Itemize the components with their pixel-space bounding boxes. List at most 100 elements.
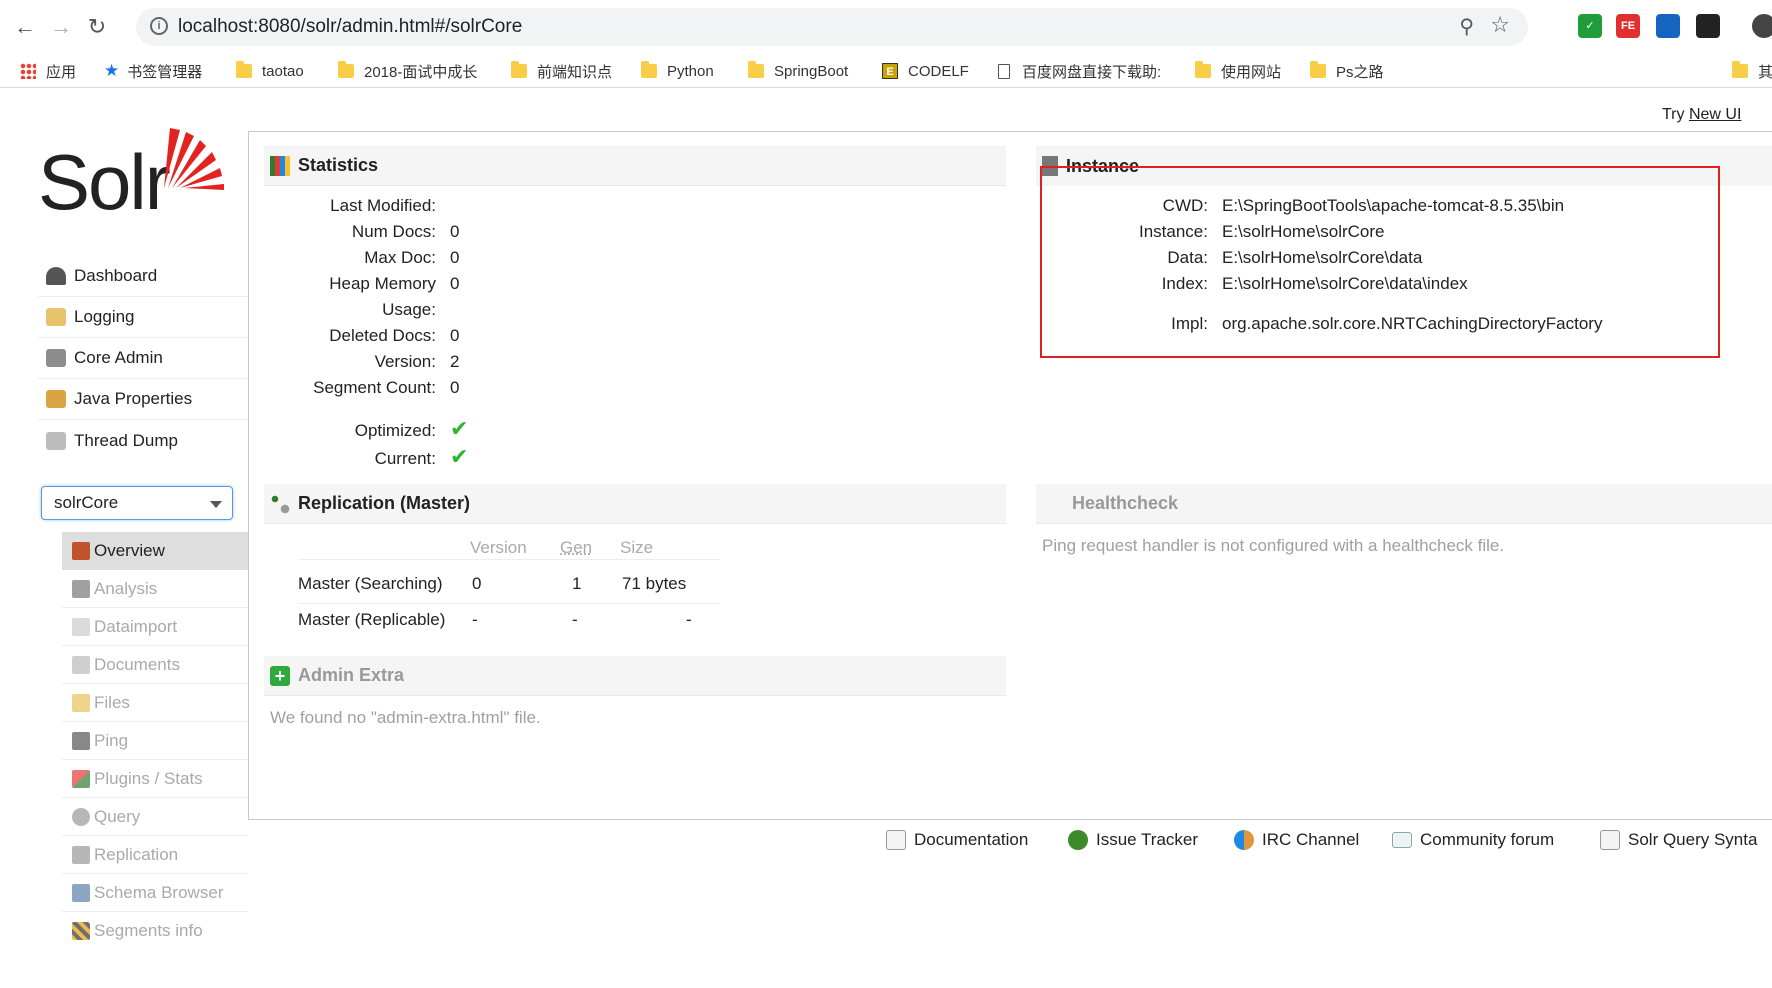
healthcheck-message: Ping request handler is not configured w… <box>1042 536 1505 555</box>
core-menu-segments-info[interactable]: Segments info <box>62 912 248 950</box>
star-icon: ★ <box>104 61 120 80</box>
nav-thread-dump[interactable]: Thread Dump <box>38 420 248 461</box>
core-menu: Overview Analysis Dataimport Documents F… <box>62 532 248 950</box>
reload-icon[interactable]: ↻ <box>82 12 112 42</box>
bookmark-frontend[interactable]: 前端知识点 <box>511 54 612 88</box>
bookmarks-bar: 应用 ★ 书签管理器 taotao 2018-面试中成长 前端知识点 Python… <box>0 54 1772 88</box>
healthcheck-header: Healthcheck <box>1036 484 1772 524</box>
query-icon <box>72 807 90 826</box>
url-text[interactable]: localhost:8080/solr/admin.html#/solrCore <box>178 16 522 38</box>
bug-icon <box>1068 830 1088 850</box>
core-menu-plugins-stats[interactable]: Plugins / Stats <box>62 760 248 798</box>
segments-icon <box>72 922 90 940</box>
shield-extension-icon[interactable]: ✓ <box>1578 14 1602 38</box>
table-row: Master (Replicable) - - - <box>298 610 692 629</box>
bookmark-apps[interactable]: 应用 <box>20 54 76 88</box>
bookmark-ps[interactable]: Ps之路 <box>1310 54 1384 88</box>
stat-max-doc: Max Doc: 0 <box>364 248 460 267</box>
query-syntax-icon <box>1600 830 1620 850</box>
core-selector[interactable]: solrCore <box>41 486 233 520</box>
sun-rays-icon <box>164 128 224 190</box>
site-info-icon[interactable]: i <box>150 17 168 35</box>
core-menu-replication[interactable]: Replication <box>62 836 248 874</box>
replication-icon <box>270 493 290 514</box>
stat-current: Current: ✔ <box>374 444 469 469</box>
dashboard-icon <box>46 267 66 285</box>
bookmark-other[interactable]: 其 <box>1732 54 1772 88</box>
stat-num-docs: Num Docs: 0 <box>351 222 460 241</box>
core-menu-overview[interactable]: Overview <box>62 532 248 570</box>
new-ui-link[interactable]: New UI <box>1689 106 1741 123</box>
chevron-down-icon <box>210 501 222 508</box>
fe-extension-icon[interactable]: FE <box>1616 14 1640 38</box>
stat-deleted-docs: Deleted Docs: 0 <box>329 326 460 345</box>
bookmark-manager[interactable]: ★ 书签管理器 <box>104 54 202 88</box>
mail-icon <box>1392 832 1412 848</box>
nav-dashboard[interactable]: Dashboard <box>38 256 248 297</box>
footer-issue-tracker[interactable]: Issue Tracker <box>1068 826 1198 854</box>
replication-header: Replication (Master) <box>264 484 1006 524</box>
core-menu-ping[interactable]: Ping <box>62 722 248 760</box>
nav-java-properties[interactable]: Java Properties <box>38 379 248 420</box>
bookmark-codelf[interactable]: E CODELF <box>882 54 969 88</box>
schema-icon <box>72 883 90 902</box>
bookmark-interview[interactable]: 2018-面试中成长 <box>338 54 477 88</box>
tampermonkey-extension-icon[interactable] <box>1696 14 1720 38</box>
replication-table-header: Version Gen Size <box>298 538 720 560</box>
back-arrow-icon[interactable]: ← <box>10 12 40 42</box>
core-menu-dataimport[interactable]: Dataimport <box>62 608 248 646</box>
funnel-icon <box>72 579 90 598</box>
footer-irc-channel[interactable]: IRC Channel <box>1234 826 1359 854</box>
core-menu-schema-browser[interactable]: Schema Browser <box>62 874 248 912</box>
highlight-annotation <box>1040 166 1720 358</box>
check-icon: ✔ <box>450 416 469 441</box>
footer-query-syntax[interactable]: Solr Query Synta <box>1600 826 1757 854</box>
bookmark-springboot[interactable]: SpringBoot <box>748 54 848 88</box>
translate-extension-icon[interactable] <box>1656 14 1680 38</box>
bookmark-taotao[interactable]: taotao <box>236 54 304 88</box>
core-menu-analysis[interactable]: Analysis <box>62 570 248 608</box>
zoom-icon[interactable]: ⚲ <box>1459 14 1474 39</box>
plugins-icon <box>72 769 90 788</box>
folder-icon <box>748 61 764 78</box>
core-menu-documents[interactable]: Documents <box>62 646 248 684</box>
folder-icon <box>338 61 354 78</box>
address-bar[interactable]: i localhost:8080/solr/admin.html#/solrCo… <box>136 8 1528 46</box>
bookmark-star-icon[interactable]: ☆ <box>1490 12 1510 38</box>
stat-segment-count: Segment Count: 0 <box>313 378 460 397</box>
core-menu-query[interactable]: Query <box>62 798 248 836</box>
nav-core-admin[interactable]: Core Admin <box>38 338 248 379</box>
admin-extra-message: We found no "admin-extra.html" file. <box>270 708 541 727</box>
plus-icon: + <box>270 665 290 686</box>
nav-logging[interactable]: Logging <box>38 297 248 338</box>
table-row: Master (Searching) 0 1 71 bytes <box>298 574 720 604</box>
stat-version: Version: 2 <box>374 352 460 371</box>
bar-chart-icon <box>270 155 290 176</box>
profile-avatar-icon[interactable] <box>1752 14 1772 38</box>
bookmark-sites[interactable]: 使用网站 <box>1195 54 1281 88</box>
footer-documentation[interactable]: Documentation <box>886 826 1028 854</box>
folder-icon <box>641 61 657 78</box>
logging-icon <box>46 308 66 326</box>
replication-icon <box>72 845 90 864</box>
forward-arrow-icon[interactable]: → <box>46 12 76 42</box>
stat-last-modified: Last Modified: <box>330 196 436 215</box>
bookmark-python[interactable]: Python <box>641 54 714 88</box>
home-icon <box>72 542 90 560</box>
solr-logo[interactable]: Solr <box>38 128 228 228</box>
try-new-ui: Try New UI <box>1662 106 1742 123</box>
folder-icon <box>511 61 527 78</box>
folder-icon <box>1310 61 1326 78</box>
documentation-icon <box>886 830 906 850</box>
browser-toolbar: ← → ↻ i localhost:8080/solr/admin.html#/… <box>0 0 1772 54</box>
core-admin-icon <box>46 349 66 367</box>
statistics-header: Statistics <box>264 146 1006 186</box>
main-nav: Dashboard Logging Core Admin Java Proper… <box>38 256 248 461</box>
check-icon: ✔ <box>450 444 469 469</box>
bookmark-baidu[interactable]: 百度网盘直接下载助: <box>998 54 1161 88</box>
core-menu-files[interactable]: Files <box>62 684 248 722</box>
ping-icon <box>72 731 90 750</box>
footer-community-forum[interactable]: Community forum <box>1392 826 1554 854</box>
files-icon <box>72 693 90 712</box>
irc-icon <box>1234 830 1254 850</box>
